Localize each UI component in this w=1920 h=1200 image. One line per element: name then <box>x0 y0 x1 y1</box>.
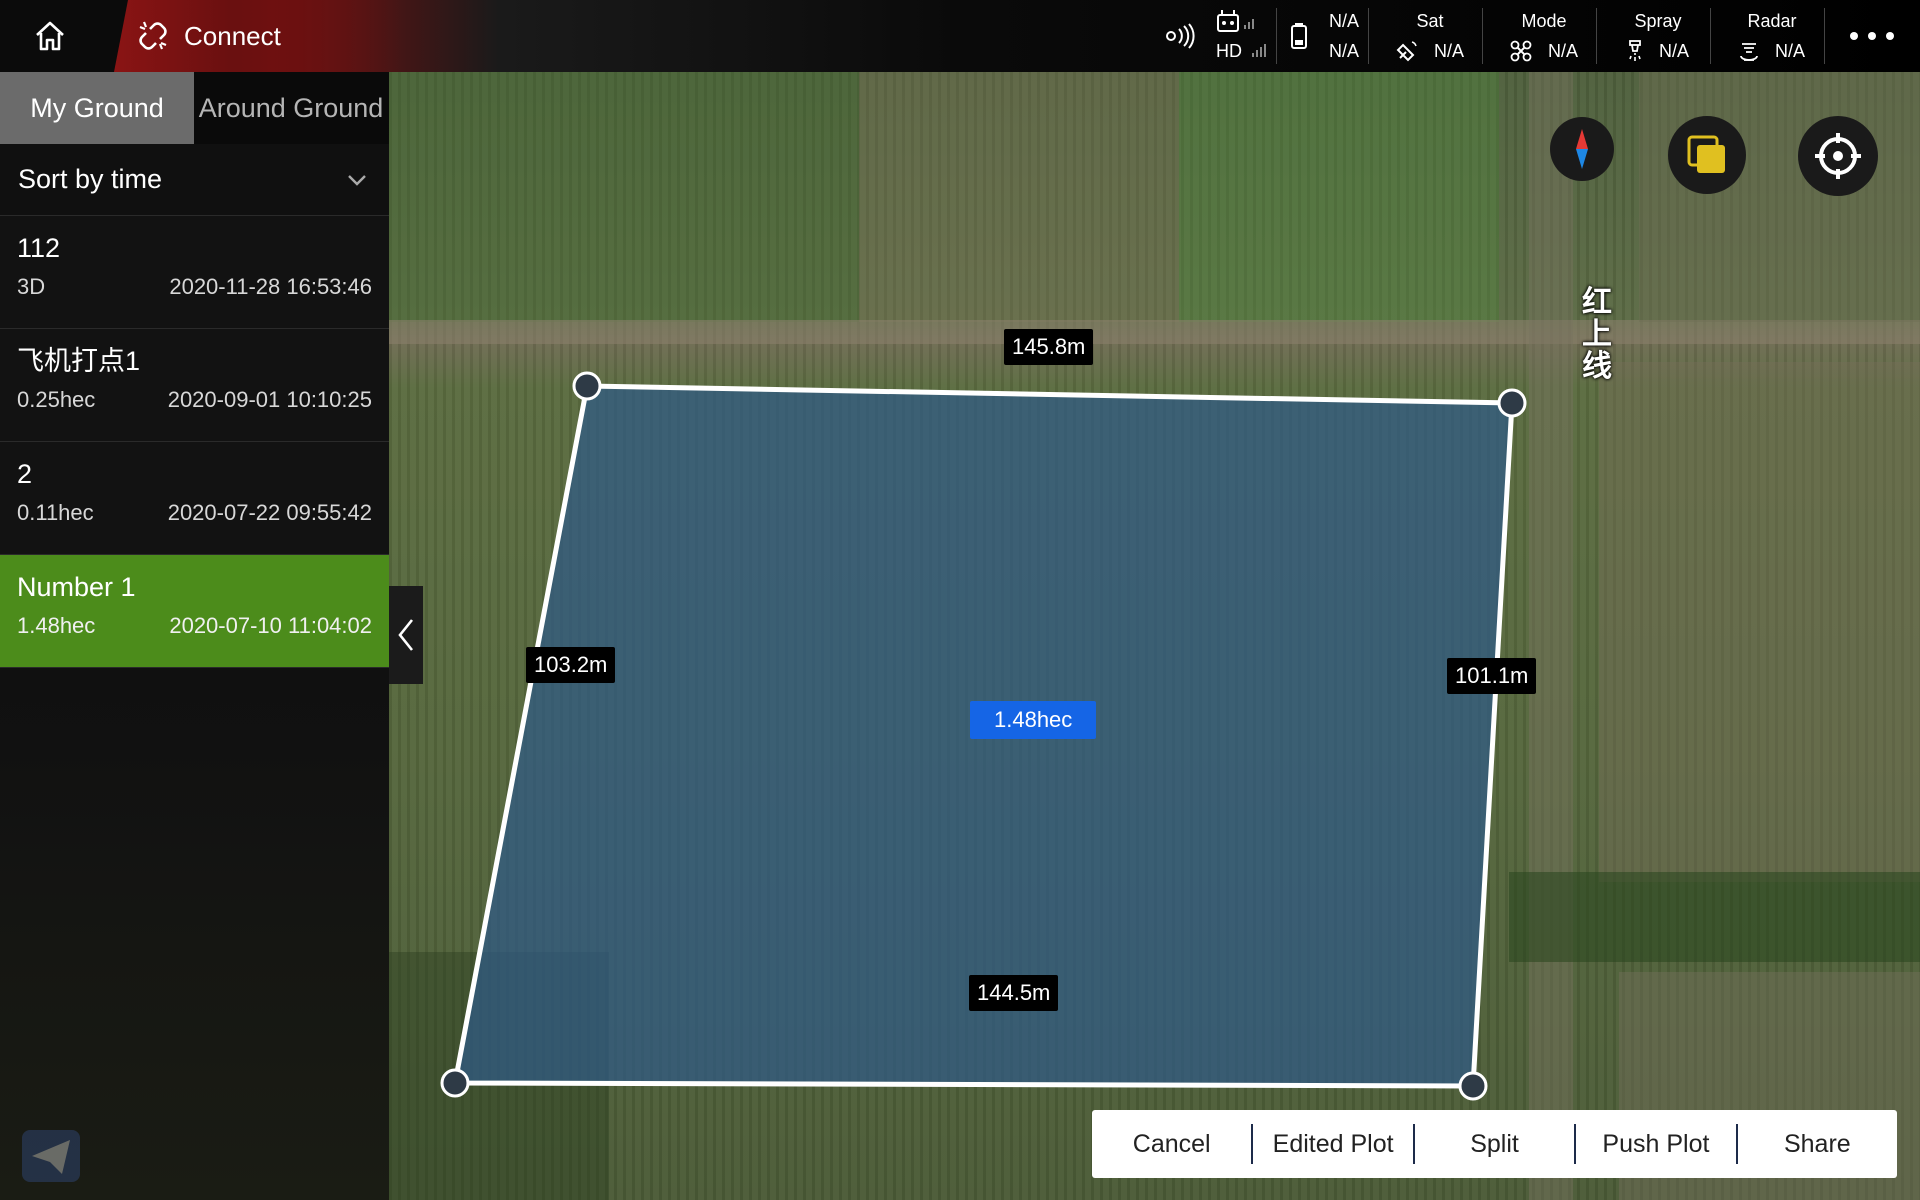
divider <box>1276 8 1277 64</box>
plot-name: Number 1 <box>17 572 136 602</box>
plot-name: 2 <box>17 459 33 489</box>
battery-icon-wrap <box>1284 0 1314 72</box>
radar-value: N/A <box>1774 40 1805 61</box>
collapse-panel-button[interactable] <box>389 586 423 684</box>
paper-plane-icon <box>22 1130 80 1182</box>
tab-around-ground[interactable]: Around Ground <box>194 72 388 144</box>
mode-label: Mode <box>1521 10 1567 31</box>
layers-icon <box>1687 135 1725 173</box>
plot-name: 112 <box>17 233 61 263</box>
connect-label: Connect <box>184 20 281 51</box>
plot-list-panel: My Ground Around Ground Sort by time 112… <box>0 72 389 1200</box>
rc-signal-icon <box>1166 23 1195 49</box>
remote-controller-icon <box>1217 10 1254 32</box>
divider <box>1482 8 1483 64</box>
watermark-logo <box>22 1130 80 1182</box>
divider <box>1710 8 1711 64</box>
plot-vertex-handle[interactable] <box>1458 1071 1488 1101</box>
drone-icon <box>1510 40 1532 62</box>
plot-area-label: 1.48hec <box>970 701 1097 739</box>
more-dots-icon <box>1850 32 1894 40</box>
rc-signal-status <box>1160 0 1200 72</box>
divider <box>1824 8 1825 64</box>
plot-size: 3D <box>17 274 46 299</box>
battery-value-1: N/A <box>1328 10 1359 31</box>
sat-label: Sat <box>1416 10 1444 31</box>
hd-label: HD <box>1216 40 1242 61</box>
remote-controller-status: HD <box>1216 0 1268 72</box>
radar-label: Radar <box>1747 10 1797 31</box>
edge-length-left: 103.2m <box>526 647 616 683</box>
radar-icon <box>1740 43 1758 61</box>
battery-icon <box>1291 23 1307 49</box>
battery-status: N/A N/A <box>1318 0 1370 72</box>
edge-length-right: 101.1m <box>1447 658 1537 694</box>
hd-signal-bars-icon <box>1252 44 1266 57</box>
radar-status: Radar N/A <box>1722 0 1822 72</box>
spray-nozzle-icon <box>1629 40 1641 61</box>
spray-value: N/A <box>1658 40 1689 61</box>
mode-status: Mode N/A <box>1494 0 1594 72</box>
plot-vertex-handle[interactable] <box>572 371 602 401</box>
divider <box>1596 8 1597 64</box>
plot-size: 1.48hec <box>17 613 96 638</box>
satellite-icon <box>1396 41 1417 62</box>
plot-name: 飞机打点1 <box>17 346 141 376</box>
plot-date: 2020-07-22 09:55:42 <box>167 500 372 525</box>
chevron-down-icon <box>348 174 366 186</box>
locate-button[interactable] <box>1798 116 1878 196</box>
home-icon <box>36 21 64 51</box>
ground-tabs: My Ground Around Ground <box>0 72 389 144</box>
edge-length-top: 145.8m <box>1004 329 1094 365</box>
compass-icon <box>1576 129 1588 169</box>
plot-vertex-handle[interactable] <box>440 1068 470 1098</box>
sort-label: Sort by time <box>18 164 163 194</box>
connect-button[interactable]: Connect <box>114 0 404 72</box>
plot-list-item[interactable]: 112 3D 2020-11-28 16:53:46 <box>0 216 389 329</box>
battery-value-2: N/A <box>1328 40 1359 61</box>
sort-dropdown[interactable]: Sort by time <box>0 144 389 216</box>
chevron-left-icon <box>398 619 414 651</box>
more-button[interactable] <box>1836 0 1908 72</box>
plot-size: 0.11hec <box>17 500 94 525</box>
link-broken-icon <box>139 21 167 50</box>
plot-date: 2020-09-01 10:10:25 <box>167 387 372 412</box>
plot-date: 2020-07-10 11:04:02 <box>169 613 372 638</box>
plot-list-item[interactable]: 飞机打点1 0.25hec 2020-09-01 10:10:25 <box>0 329 389 442</box>
mode-value: N/A <box>1547 40 1578 61</box>
spray-label: Spray <box>1634 10 1682 31</box>
tab-my-ground[interactable]: My Ground <box>0 72 194 144</box>
plot-action-toolbar: Cancel Edited Plot Split Push Plot Share <box>1092 1110 1897 1178</box>
crosshair-target-icon <box>1815 133 1861 179</box>
edited-plot-button[interactable]: Edited Plot <box>1253 1110 1412 1178</box>
split-button[interactable]: Split <box>1415 1110 1574 1178</box>
plot-vertex-handle[interactable] <box>1497 388 1527 418</box>
edge-length-bottom: 144.5m <box>969 975 1059 1011</box>
cancel-button[interactable]: Cancel <box>1092 1110 1251 1178</box>
map-layer-button[interactable] <box>1668 116 1746 194</box>
plot-list-item-selected[interactable]: Number 1 1.48hec 2020-07-10 11:04:02 <box>0 555 389 668</box>
plot-list-item[interactable]: 2 0.11hec 2020-07-22 09:55:42 <box>0 442 389 555</box>
push-plot-button[interactable]: Push Plot <box>1576 1110 1735 1178</box>
satellite-map[interactable]: 红上线 145.8m 103.2m 101.1m 144.5m 1.48hec <box>389 72 1920 1200</box>
top-bar: Connect HD N/A N/A Sat N/A Mode N/A Spra… <box>0 0 1920 72</box>
plot-date: 2020-11-28 16:53:46 <box>169 274 372 299</box>
share-button[interactable]: Share <box>1738 1110 1897 1178</box>
satellite-status: Sat N/A <box>1380 0 1480 72</box>
home-button[interactable] <box>0 0 100 72</box>
divider <box>1368 8 1369 64</box>
plot-polygon-layer <box>440 371 1527 1101</box>
plot-size: 0.25hec <box>17 387 96 412</box>
sat-value: N/A <box>1433 40 1464 61</box>
compass-button[interactable] <box>1550 117 1614 181</box>
spray-status: Spray N/A <box>1608 0 1708 72</box>
